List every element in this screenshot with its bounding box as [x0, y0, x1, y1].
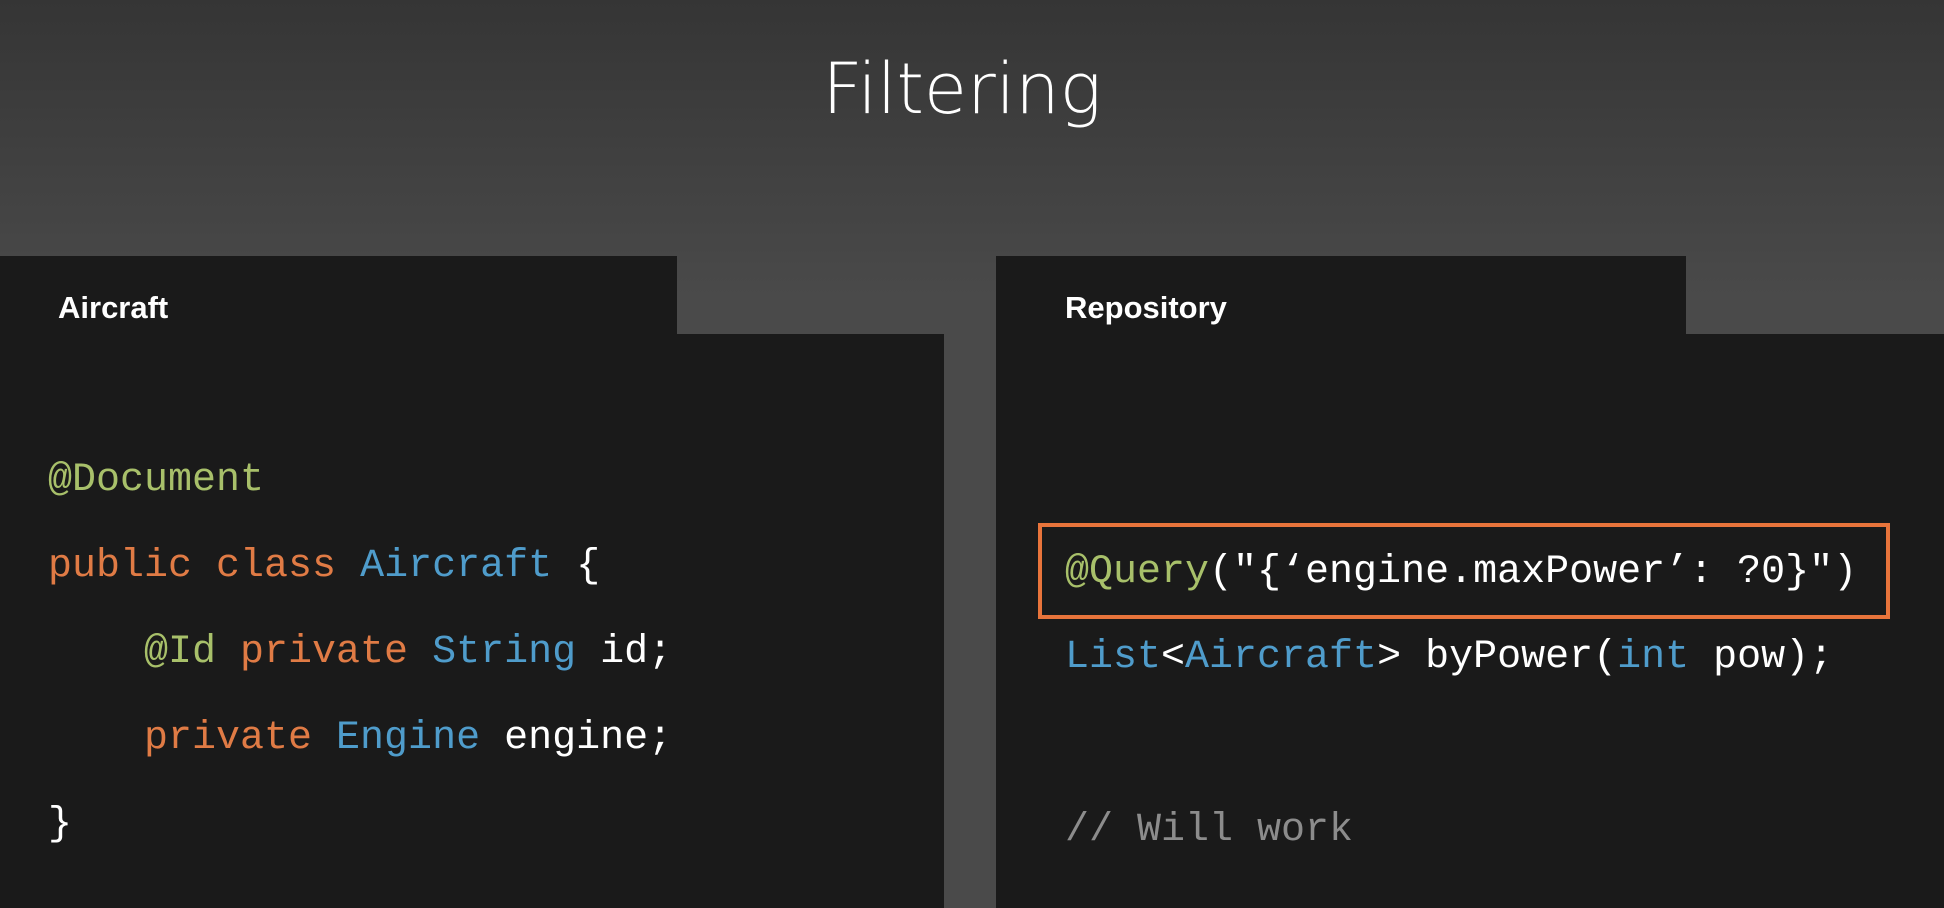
code-line: private Engine engine;	[48, 715, 672, 763]
code-token: pow);	[1689, 635, 1834, 680]
code-line: public class Aircraft {	[48, 543, 600, 591]
code-line: }	[48, 801, 72, 849]
code-token: }	[48, 802, 73, 847]
code-token: <	[1161, 635, 1186, 680]
code-token: @Id	[48, 630, 241, 675]
code-token: // Will work	[1065, 808, 1354, 853]
slide-title: Filtering	[822, 48, 1102, 130]
code-token: engine;	[480, 716, 673, 761]
code-token: > byPower(	[1377, 635, 1618, 680]
aircraft-panel-label: Aircraft	[58, 290, 169, 325]
code-line: @Query("{‘engine.maxPower’: ?0}")	[1065, 549, 1857, 597]
code-token: private	[48, 716, 337, 761]
code-line: @Id private String id;	[48, 629, 672, 677]
code-token: String	[432, 630, 577, 675]
code-line: @Document	[48, 457, 264, 505]
code-token: {	[552, 544, 601, 589]
code-token: private	[240, 630, 433, 675]
code-token: public class	[48, 544, 361, 589]
code-token: id;	[576, 630, 673, 675]
code-token: @Query	[1065, 550, 1210, 595]
code-token: List	[1065, 635, 1162, 680]
code-token: @Document	[48, 458, 265, 503]
aircraft-panel	[0, 334, 944, 908]
code-line: // Will work	[1065, 807, 1353, 855]
code-token: ("{‘engine.maxPower’: ?0}")	[1209, 550, 1858, 595]
repository-panel-label: Repository	[1065, 290, 1227, 325]
code-token: Aircraft	[360, 544, 553, 589]
code-line: List<Aircraft> byPower(int pow);	[1065, 634, 1833, 682]
code-token: Engine	[336, 716, 481, 761]
code-token: int	[1617, 635, 1690, 680]
code-token: Aircraft	[1185, 635, 1378, 680]
